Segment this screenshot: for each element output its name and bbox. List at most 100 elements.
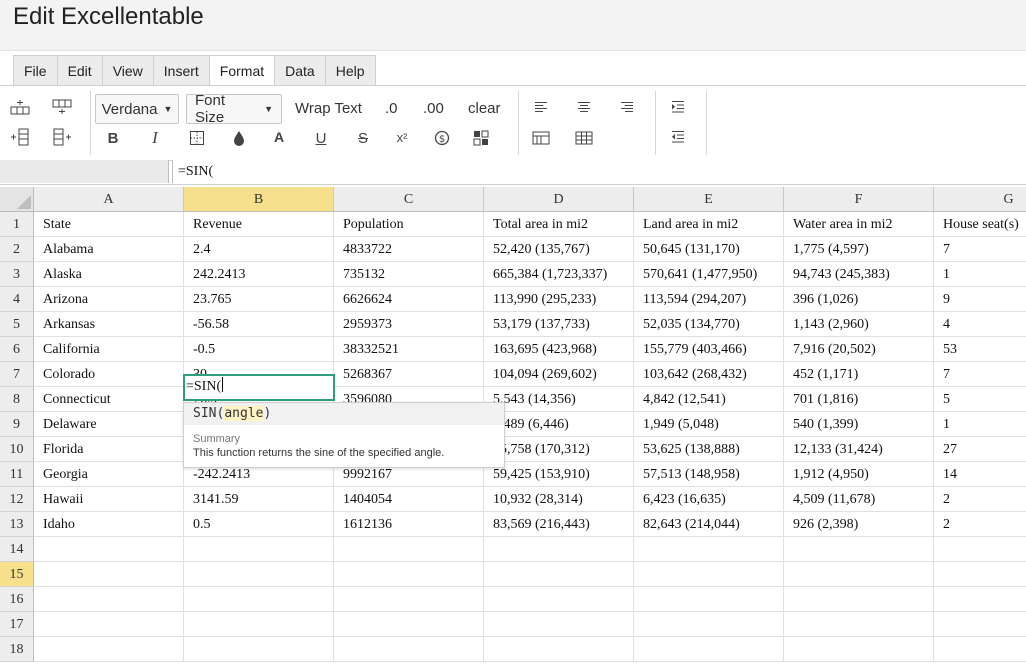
cell-c13[interactable]: 1612136 xyxy=(334,512,484,537)
font-family-dropdown[interactable]: Verdana ▼ xyxy=(95,94,179,124)
cell-f7[interactable]: 452 (1,171) xyxy=(784,362,934,387)
column-header-d[interactable]: D xyxy=(484,187,634,212)
cell-d11[interactable]: 59,425 (153,910) xyxy=(484,462,634,487)
cell-g4[interactable]: 9 xyxy=(934,287,1026,312)
row-header-6[interactable]: 6 xyxy=(0,337,34,362)
strikethrough-button[interactable]: S xyxy=(352,127,374,149)
cell-f9[interactable]: 540 (1,399) xyxy=(784,412,934,437)
cell-a16[interactable] xyxy=(34,587,184,612)
insert-row-above-icon[interactable] xyxy=(9,96,31,118)
cell-a6[interactable]: California xyxy=(34,337,184,362)
decrease-decimal-button[interactable]: .0 xyxy=(385,94,398,122)
cell-e10[interactable]: 53,625 (138,888) xyxy=(634,437,784,462)
cell-b6[interactable]: -0.5 xyxy=(184,337,334,362)
cell-a2[interactable]: Alabama xyxy=(34,237,184,262)
cell-g10[interactable]: 27 xyxy=(934,437,1026,462)
cell-a4[interactable]: Arizona xyxy=(34,287,184,312)
cell-d8[interactable]: 5,543 (14,356) xyxy=(484,387,634,412)
cell-b3[interactable]: 242.2413 xyxy=(184,262,334,287)
indent-increase-icon[interactable] xyxy=(667,96,689,118)
cell-e1[interactable]: Land area in mi2 xyxy=(634,212,784,237)
cell-d13[interactable]: 83,569 (216,443) xyxy=(484,512,634,537)
menu-help[interactable]: Help xyxy=(325,56,375,86)
cell-f14[interactable] xyxy=(784,537,934,562)
cell-b2[interactable]: 2.4 xyxy=(184,237,334,262)
cell-b14[interactable] xyxy=(184,537,334,562)
cell-d9[interactable]: 2,489 (6,446) xyxy=(484,412,634,437)
column-header-e[interactable]: E xyxy=(634,187,784,212)
cell-e17[interactable] xyxy=(634,612,784,637)
italic-button[interactable]: I xyxy=(144,127,166,149)
cell-d16[interactable] xyxy=(484,587,634,612)
cell-a8[interactable]: Connecticut xyxy=(34,387,184,412)
fill-color-icon[interactable] xyxy=(228,127,250,149)
row-header-2[interactable]: 2 xyxy=(0,237,34,262)
cell-d3[interactable]: 665,384 (1,723,337) xyxy=(484,262,634,287)
cell-c17[interactable] xyxy=(334,612,484,637)
cell-d1[interactable]: Total area in mi2 xyxy=(484,212,634,237)
row-header-5[interactable]: 5 xyxy=(0,312,34,337)
row-header-15[interactable]: 15 xyxy=(0,562,34,587)
row-header-9[interactable]: 9 xyxy=(0,412,34,437)
cell-g7[interactable]: 7 xyxy=(934,362,1026,387)
row-header-16[interactable]: 16 xyxy=(0,587,34,612)
cell-f10[interactable]: 12,133 (31,424) xyxy=(784,437,934,462)
cell-f15[interactable] xyxy=(784,562,934,587)
cell-a1[interactable]: State xyxy=(34,212,184,237)
cell-e14[interactable] xyxy=(634,537,784,562)
row-header-17[interactable]: 17 xyxy=(0,612,34,637)
clear-button[interactable]: clear xyxy=(468,94,501,122)
align-left-icon[interactable] xyxy=(530,96,552,118)
increase-decimal-button[interactable]: .00 xyxy=(423,94,444,122)
insert-column-left-icon[interactable] xyxy=(9,126,31,148)
wrap-text-button[interactable]: Wrap Text xyxy=(295,94,362,122)
cell-c4[interactable]: 6626624 xyxy=(334,287,484,312)
menu-file[interactable]: File xyxy=(14,56,58,86)
cell-f1[interactable]: Water area in mi2 xyxy=(784,212,934,237)
cell-c12[interactable]: 1404054 xyxy=(334,487,484,512)
column-header-a[interactable]: A xyxy=(34,187,184,212)
cell-b17[interactable] xyxy=(184,612,334,637)
cell-e5[interactable]: 52,035 (134,770) xyxy=(634,312,784,337)
bold-button[interactable]: B xyxy=(102,127,124,149)
menu-view[interactable]: View xyxy=(102,56,154,86)
cell-g15[interactable] xyxy=(934,562,1026,587)
cell-g11[interactable]: 14 xyxy=(934,462,1026,487)
cell-b13[interactable]: 0.5 xyxy=(184,512,334,537)
menu-edit[interactable]: Edit xyxy=(57,56,103,86)
menu-insert[interactable]: Insert xyxy=(153,56,210,86)
row-header-1[interactable]: 1 xyxy=(0,212,34,237)
cell-f12[interactable]: 4,509 (11,678) xyxy=(784,487,934,512)
cell-c5[interactable]: 2959373 xyxy=(334,312,484,337)
row-header-7[interactable]: 7 xyxy=(0,362,34,387)
cell-g3[interactable]: 1 xyxy=(934,262,1026,287)
align-center-icon[interactable] xyxy=(573,96,595,118)
cell-d10[interactable]: 65,758 (170,312) xyxy=(484,437,634,462)
cell-d2[interactable]: 52,420 (135,767) xyxy=(484,237,634,262)
function-suggestion[interactable]: SIN(angle) xyxy=(184,403,504,425)
column-header-c[interactable]: C xyxy=(334,187,484,212)
cell-d17[interactable] xyxy=(484,612,634,637)
cell-e7[interactable]: 103,642 (268,432) xyxy=(634,362,784,387)
cell-a3[interactable]: Alaska xyxy=(34,262,184,287)
cell-e9[interactable]: 1,949 (5,048) xyxy=(634,412,784,437)
cell-f16[interactable] xyxy=(784,587,934,612)
cell-b16[interactable] xyxy=(184,587,334,612)
cell-c2[interactable]: 4833722 xyxy=(334,237,484,262)
cell-e13[interactable]: 82,643 (214,044) xyxy=(634,512,784,537)
cell-c6[interactable]: 38332521 xyxy=(334,337,484,362)
cell-c15[interactable] xyxy=(334,562,484,587)
cell-b5[interactable]: -56.58 xyxy=(184,312,334,337)
insert-column-right-icon[interactable] xyxy=(51,126,73,148)
row-header-12[interactable]: 12 xyxy=(0,487,34,512)
merge-cells-icon[interactable] xyxy=(530,127,552,149)
cell-e3[interactable]: 570,641 (1,477,950) xyxy=(634,262,784,287)
cell-d5[interactable]: 53,179 (137,733) xyxy=(484,312,634,337)
font-size-dropdown[interactable]: Font Size ▼ xyxy=(186,92,282,126)
column-header-f[interactable]: F xyxy=(784,187,934,212)
cell-a9[interactable]: Delaware xyxy=(34,412,184,437)
row-header-13[interactable]: 13 xyxy=(0,512,34,537)
cell-b4[interactable]: 23.765 xyxy=(184,287,334,312)
cell-b18[interactable] xyxy=(184,637,334,662)
cell-g1[interactable]: House seat(s) xyxy=(934,212,1026,237)
